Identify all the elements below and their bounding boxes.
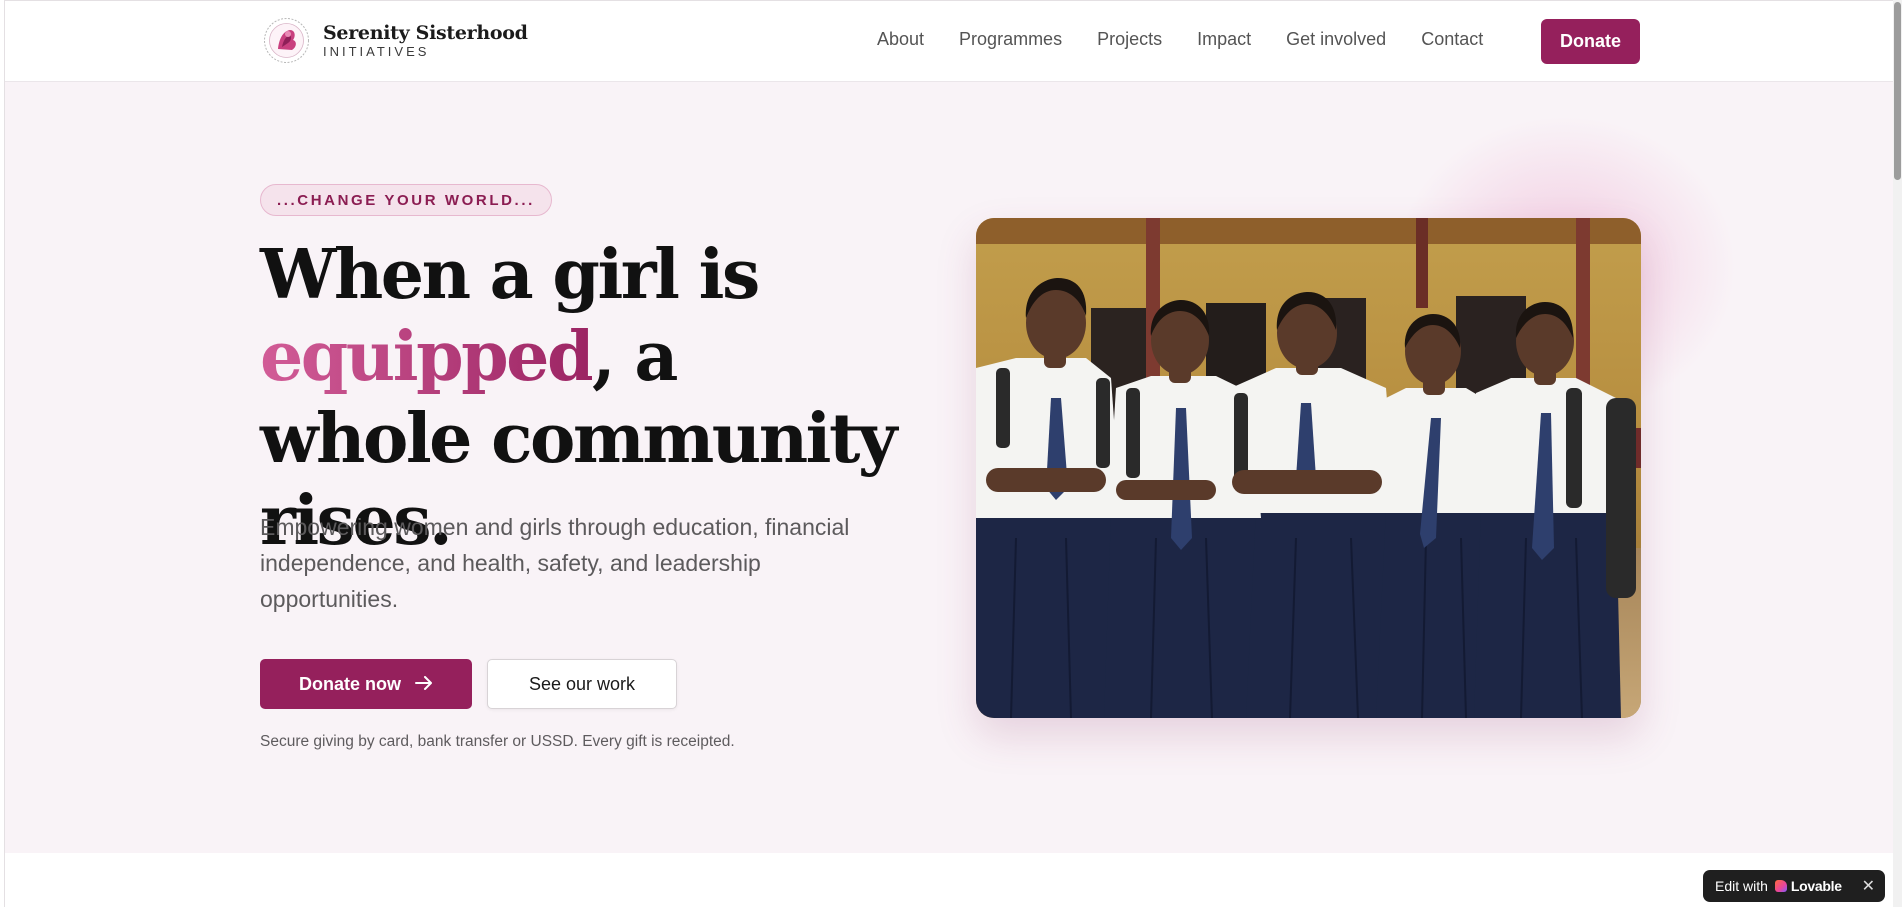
edit-with-lovable-badge[interactable]: Edit with Lovable ✕ <box>1703 870 1885 902</box>
headline-part1: When a girl is <box>260 235 760 315</box>
nav-programmes[interactable]: Programmes <box>959 29 1062 50</box>
hero-section: ...CHANGE YOUR WORLD... When a girl is e… <box>5 82 1897 853</box>
badge-prefix: Edit with <box>1715 878 1768 894</box>
nav-get-involved[interactable]: Get involved <box>1286 29 1386 50</box>
nav-about[interactable]: About <box>877 29 924 50</box>
lovable-logo-icon <box>1774 880 1787 892</box>
donate-now-button[interactable]: Donate now <box>260 659 472 709</box>
page-frame: Serenity Sisterhood INITIATIVES About Pr… <box>4 0 1897 907</box>
badge-brand: Lovable <box>1790 878 1842 894</box>
arrow-right-icon <box>415 674 433 695</box>
site-header: Serenity Sisterhood INITIATIVES About Pr… <box>5 1 1897 82</box>
close-icon[interactable]: ✕ <box>1862 876 1875 896</box>
brand-subtitle: INITIATIVES <box>323 44 430 59</box>
donate-button[interactable]: Donate <box>1541 19 1640 64</box>
page-scrollbar[interactable] <box>1893 0 1902 907</box>
nav-contact[interactable]: Contact <box>1421 29 1483 50</box>
scroll-thumb[interactable] <box>1894 2 1901 180</box>
headline-accent: equipped <box>260 317 595 397</box>
eyebrow-pill: ...CHANGE YOUR WORLD... <box>260 184 552 216</box>
hero-lead: Empowering women and girls through educa… <box>260 514 850 612</box>
main-nav: About Programmes Projects Impact Get inv… <box>877 29 1518 50</box>
brand-name[interactable]: Serenity Sisterhood <box>323 22 528 44</box>
nav-impact[interactable]: Impact <box>1197 29 1251 50</box>
nav-projects[interactable]: Projects <box>1097 29 1162 50</box>
hero-photo <box>976 218 1641 718</box>
giving-note: Secure giving by card, bank transfer or … <box>260 733 735 750</box>
logo-icon[interactable] <box>263 17 310 64</box>
see-our-work-button[interactable]: See our work <box>487 659 677 709</box>
donate-now-label: Donate now <box>299 673 401 694</box>
